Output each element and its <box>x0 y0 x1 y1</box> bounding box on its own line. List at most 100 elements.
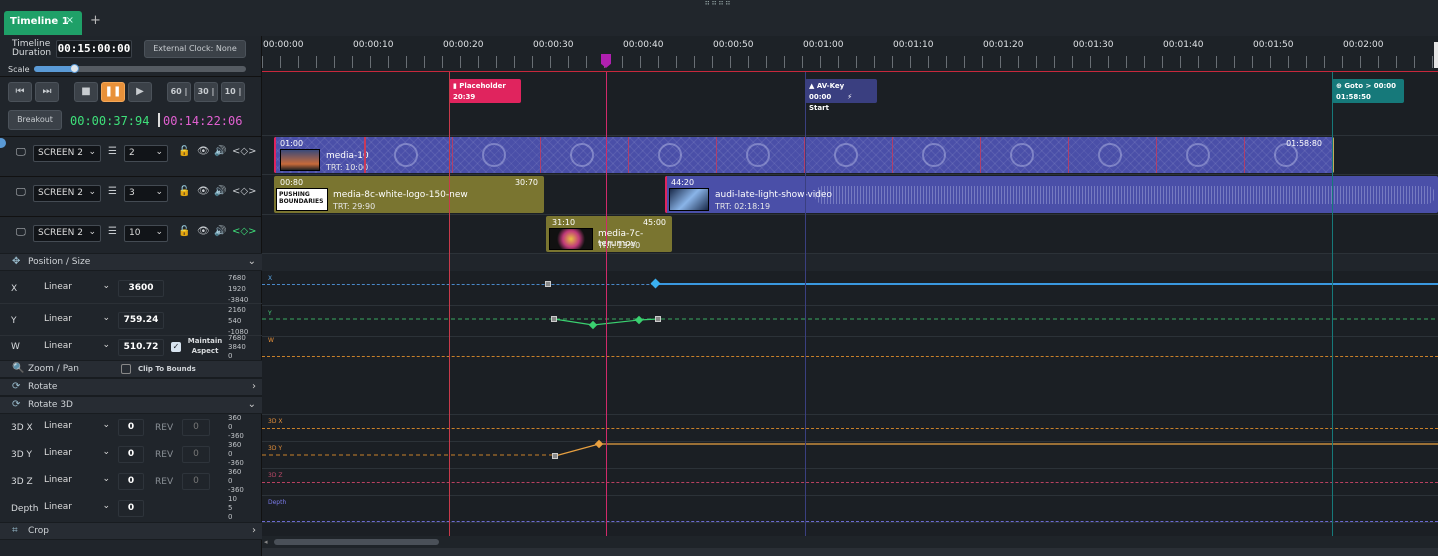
timeline-tracks[interactable]: ▮ Placeholder 20:39 ▲ AV-Key 00:00 ⚡ Start … <box>262 72 1438 556</box>
interpolation-select[interactable]: Linear ⌄ <box>40 419 114 436</box>
step-30-button[interactable]: 30 | <box>194 82 218 102</box>
scale-min: 0 <box>228 513 233 521</box>
loop-icon <box>1098 143 1122 167</box>
layer-select-value: 10 <box>129 228 141 238</box>
scroll-left-icon[interactable]: ◂ <box>264 538 268 546</box>
y-value-input[interactable]: 759.24 <box>118 312 164 329</box>
close-icon[interactable]: × <box>66 15 74 26</box>
rev-input[interactable]: 0 <box>182 446 210 463</box>
divider <box>262 414 1438 415</box>
layer-select[interactable]: 2 ⌄ <box>124 145 168 162</box>
blend-icon[interactable]: <◇> <box>232 186 256 197</box>
clip-audi-late-light-show-video[interactable]: 44:20 audi-late-light-show-video TRT: 02… <box>665 176 1438 213</box>
clip-thumbnail <box>549 228 593 250</box>
rev-input[interactable]: 0 <box>182 419 210 436</box>
rev-input[interactable]: 0 <box>182 473 210 490</box>
section-zoom-pan[interactable]: 🔍 Zoom / Pan Clip To Bounds <box>0 360 262 378</box>
eye-icon[interactable]: 👁 <box>197 146 210 157</box>
property-label: W <box>11 342 20 352</box>
scale-min: -360 <box>228 486 244 494</box>
lock-icon[interactable]: 🔓 <box>178 226 190 237</box>
maintain-aspect-checkbox[interactable]: ✓ <box>171 342 181 352</box>
clip-media-10[interactable]: 01:00 01:58:80 media-10 TRT: 10:00 <box>274 137 1334 173</box>
clip-to-bounds-checkbox[interactable] <box>121 364 131 374</box>
play-button[interactable]: ▶ <box>128 82 152 102</box>
breakout-button[interactable]: Breakout <box>8 110 62 130</box>
tab-timeline-1[interactable]: Timeline 1 × <box>4 11 82 35</box>
eye-icon[interactable]: 👁 <box>197 226 210 237</box>
skip-start-button[interactable]: ⏮ <box>8 82 32 102</box>
keyframe[interactable] <box>655 316 661 322</box>
interpolation-select[interactable]: Linear ⌄ <box>40 339 114 356</box>
stop-button[interactable]: ■ <box>74 82 98 102</box>
volume-icon[interactable]: 🔊 <box>214 186 226 197</box>
av-key-marker-line <box>805 72 806 536</box>
interpolation-select[interactable]: Linear ⌄ <box>40 280 114 297</box>
layer-select[interactable]: 3 ⌄ <box>124 185 168 202</box>
chevron-down-icon: ⌄ <box>155 187 163 197</box>
lock-icon[interactable]: 🔓 <box>178 146 190 157</box>
scale-labels: 360 0 -360 <box>228 468 244 495</box>
drag-handle-icon[interactable]: ⠿⠿⠿⠿ <box>704 0 732 7</box>
keyframe[interactable] <box>552 453 558 459</box>
3d-y-value-input[interactable]: 0 <box>118 446 144 463</box>
section-position-size[interactable]: ✥ Position / Size ⌄ <box>0 253 262 271</box>
clip-media-7c[interactable]: 31:10 45:00 media-7c-terumov TRT: 13:90 <box>546 216 672 252</box>
external-clock-button[interactable]: External Clock: None <box>144 40 246 58</box>
blend-icon[interactable]: <◇> <box>232 146 256 157</box>
marker-placeholder[interactable]: ▮ Placeholder 20:39 <box>449 79 521 103</box>
x-value-input[interactable]: 3600 <box>118 280 164 297</box>
blend-icon[interactable]: <◇> <box>232 226 256 237</box>
clip-name: media-8c-white-logo-150-new <box>333 190 468 200</box>
screen-select[interactable]: SCREEN 2 ⌄ <box>33 145 101 162</box>
step-60-button[interactable]: 60 | <box>167 82 191 102</box>
divider <box>262 468 1438 469</box>
marker-goto[interactable]: ⊕ Goto > 00:00 01:58:50 <box>1332 79 1404 103</box>
section-rotate[interactable]: ⟳ Rotate › <box>0 378 262 396</box>
pause-button[interactable]: ❚❚ <box>101 82 125 102</box>
scale-slider[interactable] <box>34 64 246 73</box>
volume-icon[interactable]: 🔊 <box>214 226 226 237</box>
screen-select-value: SCREEN 2 <box>38 188 83 198</box>
add-tab-icon[interactable]: + <box>90 13 101 28</box>
clip-media-8c[interactable]: 00:80 30:70 PUSHING BOUNDARIES media-8c-… <box>274 176 544 213</box>
depth-value-input[interactable]: 0 <box>118 500 144 517</box>
clip-end-time: 30:70 <box>514 178 538 187</box>
time-ruler[interactable]: 00:00:00 00:00:10 00:00:20 00:00:30 00:0… <box>262 36 1438 72</box>
screen-select[interactable]: SCREEN 2 ⌄ <box>33 225 101 242</box>
marker-title: Goto > 00:00 <box>1344 82 1397 90</box>
interpolation-select[interactable]: Linear ⌄ <box>40 446 114 463</box>
keyframe[interactable] <box>545 281 551 287</box>
remaining-time: 00:14:22:06 <box>163 114 243 128</box>
layer-select[interactable]: 10 ⌄ <box>124 225 168 242</box>
eye-icon[interactable]: 👁 <box>197 186 210 197</box>
marker-av-key[interactable]: ▲ AV-Key 00:00 ⚡ Start <box>805 79 877 112</box>
ruler-tick-label: 00:01:00 <box>803 40 844 50</box>
scale-slider-thumb[interactable] <box>70 64 79 73</box>
goto-marker-line <box>1332 72 1333 536</box>
duration-input[interactable]: 00:15:00:00 <box>56 40 132 58</box>
section-rotate-3d[interactable]: ⟳ Rotate 3D ⌄ <box>0 396 262 414</box>
lock-icon[interactable]: 🔓 <box>178 186 190 197</box>
divider <box>262 305 1438 306</box>
ruler-scroll-edge[interactable] <box>1434 42 1438 68</box>
clip-start-time: 44:20 <box>671 178 695 187</box>
keyframe[interactable] <box>650 278 661 289</box>
volume-icon[interactable]: 🔊 <box>214 146 226 157</box>
screen-select[interactable]: SCREEN 2 ⌄ <box>33 185 101 202</box>
3d-x-value-input[interactable]: 0 <box>118 419 144 436</box>
keyframe[interactable] <box>551 316 557 322</box>
skip-start-icon: ⏮ <box>15 86 25 97</box>
pause-icon: ❚❚ <box>104 86 122 97</box>
interpolation-select[interactable]: Linear ⌄ <box>40 312 114 329</box>
skip-end-button[interactable]: ⏭ <box>35 82 59 102</box>
interpolation-select[interactable]: Linear ⌄ <box>40 500 114 517</box>
scrollbar-thumb[interactable] <box>274 539 439 545</box>
interpolation-select[interactable]: Linear ⌄ <box>40 473 114 490</box>
horizontal-scrollbar[interactable]: ◂ <box>262 536 1438 548</box>
w-value-input[interactable]: 510.72 <box>118 339 164 356</box>
section-crop[interactable]: ⌗ Crop › <box>0 522 262 540</box>
property-row-x: X Linear ⌄ 3600 7680 1920 -3840 <box>0 272 262 304</box>
step-10-button[interactable]: 10 | <box>221 82 245 102</box>
3d-z-value-input[interactable]: 0 <box>118 473 144 490</box>
